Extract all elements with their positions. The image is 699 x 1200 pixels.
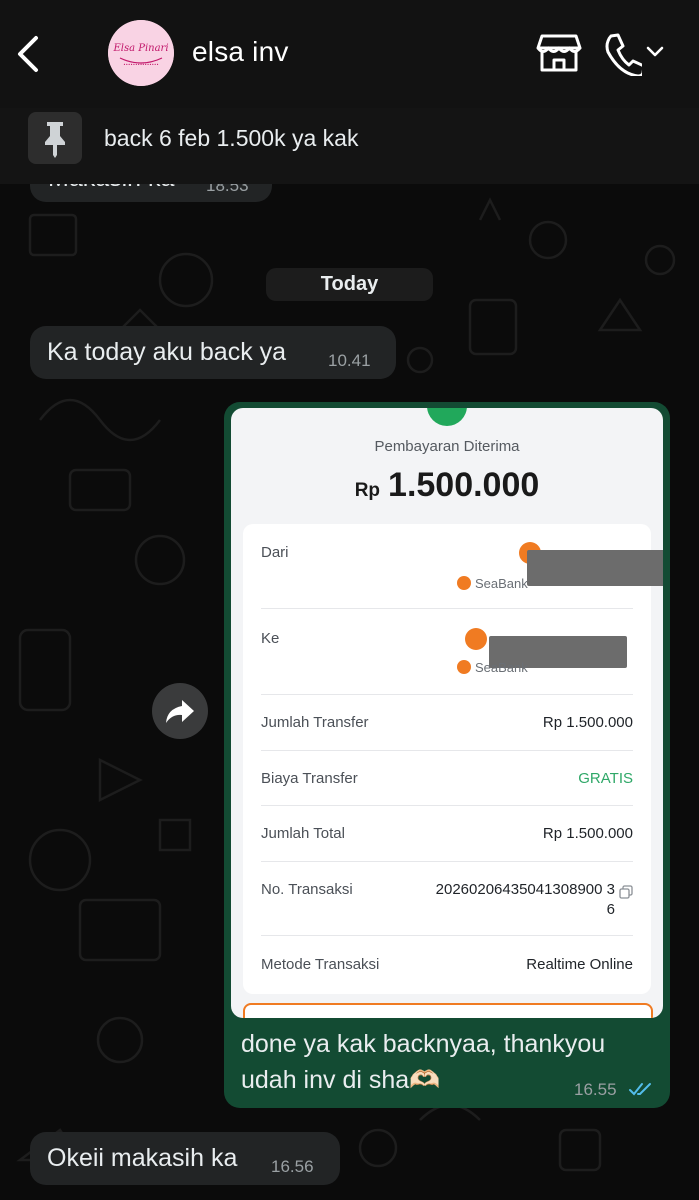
receipt-title: Pembayaran Diterima bbox=[374, 438, 520, 455]
transaction-number-line-1: 20260206435041308900 3 bbox=[435, 881, 615, 898]
receipt-amount-prefix: Rp bbox=[354, 480, 381, 501]
row-value: Rp 1.500.000 bbox=[542, 714, 633, 731]
svg-text:•••••••••••••••: ••••••••••••••• bbox=[123, 62, 158, 67]
avatar-logo: Elsa Pinari ••••••••••••••• bbox=[108, 20, 174, 86]
message-time: 16.55 bbox=[574, 1080, 617, 1099]
receipt-amount: Rp 1.500.000 bbox=[231, 466, 663, 505]
recipient-avatar-icon bbox=[465, 628, 487, 650]
message-time: 10.41 bbox=[328, 351, 371, 370]
pin-icon bbox=[45, 122, 65, 158]
phone-icon bbox=[605, 33, 642, 76]
receipt-details-card: Dari SeaBank Ke SeaBank Jumlah Transfer … bbox=[243, 524, 663, 994]
row-value: Realtime Online bbox=[526, 956, 633, 973]
message-bubble-incoming[interactable]: Ka today aku back ya 10.41 bbox=[30, 326, 396, 379]
back-button[interactable] bbox=[12, 34, 46, 74]
receipt-action-button bbox=[243, 1003, 653, 1018]
row-value: GRATIS bbox=[578, 770, 633, 787]
row-label: Metode Transaksi bbox=[261, 956, 380, 973]
sender-bank: SeaBank bbox=[475, 576, 528, 591]
row-label: Ke bbox=[261, 630, 280, 647]
payment-receipt-image[interactable]: Pembayaran Diterima Rp 1.500.000 Dari Sea… bbox=[231, 408, 663, 1018]
store-icon bbox=[536, 34, 582, 72]
call-button[interactable] bbox=[602, 30, 666, 76]
receipt-row-jumlah-total: Jumlah Total Rp 1.500.000 bbox=[261, 805, 633, 862]
transaction-number-line-2: 6 bbox=[606, 901, 615, 918]
success-check-icon bbox=[427, 408, 467, 426]
row-label: Biaya Transfer bbox=[261, 770, 358, 787]
forward-arrow-icon bbox=[166, 700, 194, 723]
back-chevron-icon bbox=[18, 36, 38, 72]
copy-icon bbox=[619, 885, 633, 899]
chevron-down-icon bbox=[646, 46, 664, 57]
recipient-bank: SeaBank bbox=[475, 660, 528, 675]
pin-icon-box bbox=[28, 112, 82, 164]
receipt-row-ke: Ke SeaBank bbox=[261, 608, 633, 695]
receipt-row-no-transaksi: No. Transaksi 20260206435041308900 3 6 bbox=[261, 861, 633, 936]
row-label: No. Transaksi bbox=[261, 881, 353, 898]
svg-text:Elsa Pinari: Elsa Pinari bbox=[112, 43, 168, 54]
redacted-sender-name bbox=[527, 550, 663, 586]
message-text: Ka today aku back ya bbox=[47, 338, 287, 366]
receipt-amount-value: 1.500.000 bbox=[388, 466, 540, 504]
row-label: Jumlah Total bbox=[261, 825, 345, 842]
row-value: Rp 1.500.000 bbox=[542, 825, 633, 842]
seabank-logo-icon bbox=[457, 660, 471, 674]
message-bubble-incoming[interactable]: Okeii makasih ka 16.56 bbox=[30, 1132, 340, 1185]
date-divider: Today bbox=[266, 268, 433, 301]
pinned-message-text: back 6 feb 1.500k ya kak bbox=[104, 125, 359, 151]
row-label: Jumlah Transfer bbox=[261, 714, 369, 731]
receipt-row-metode-transaksi: Metode Transaksi Realtime Online bbox=[261, 935, 633, 993]
message-text-line-1: done ya kak backnyaa, thankyou bbox=[241, 1030, 606, 1058]
message-text-line-2: udah inv di sha🫶🏻 bbox=[241, 1066, 441, 1094]
receipt-row-jumlah-transfer: Jumlah Transfer Rp 1.500.000 bbox=[261, 694, 633, 751]
row-label: Dari bbox=[261, 544, 289, 561]
chat-header: Elsa Pinari ••••••••••••••• elsa inv bbox=[0, 0, 699, 108]
seabank-logo-icon bbox=[457, 576, 471, 590]
forward-button[interactable] bbox=[152, 683, 208, 739]
avatar[interactable]: Elsa Pinari ••••••••••••••• bbox=[108, 20, 174, 86]
pinned-message-bar[interactable]: back 6 feb 1.500k ya kak bbox=[0, 108, 699, 184]
read-receipt-ticks-icon bbox=[629, 1083, 651, 1096]
message-text: Okeii makasih ka bbox=[47, 1144, 238, 1172]
message-time: 16.56 bbox=[271, 1157, 314, 1176]
receipt-row-dari: Dari SeaBank bbox=[261, 524, 663, 609]
contact-name[interactable]: elsa inv bbox=[192, 36, 289, 68]
receipt-row-biaya-transfer: Biaya Transfer GRATIS bbox=[261, 750, 633, 806]
receipt-header: Pembayaran Diterima Rp 1.500.000 bbox=[231, 408, 663, 520]
store-button[interactable] bbox=[536, 32, 582, 74]
